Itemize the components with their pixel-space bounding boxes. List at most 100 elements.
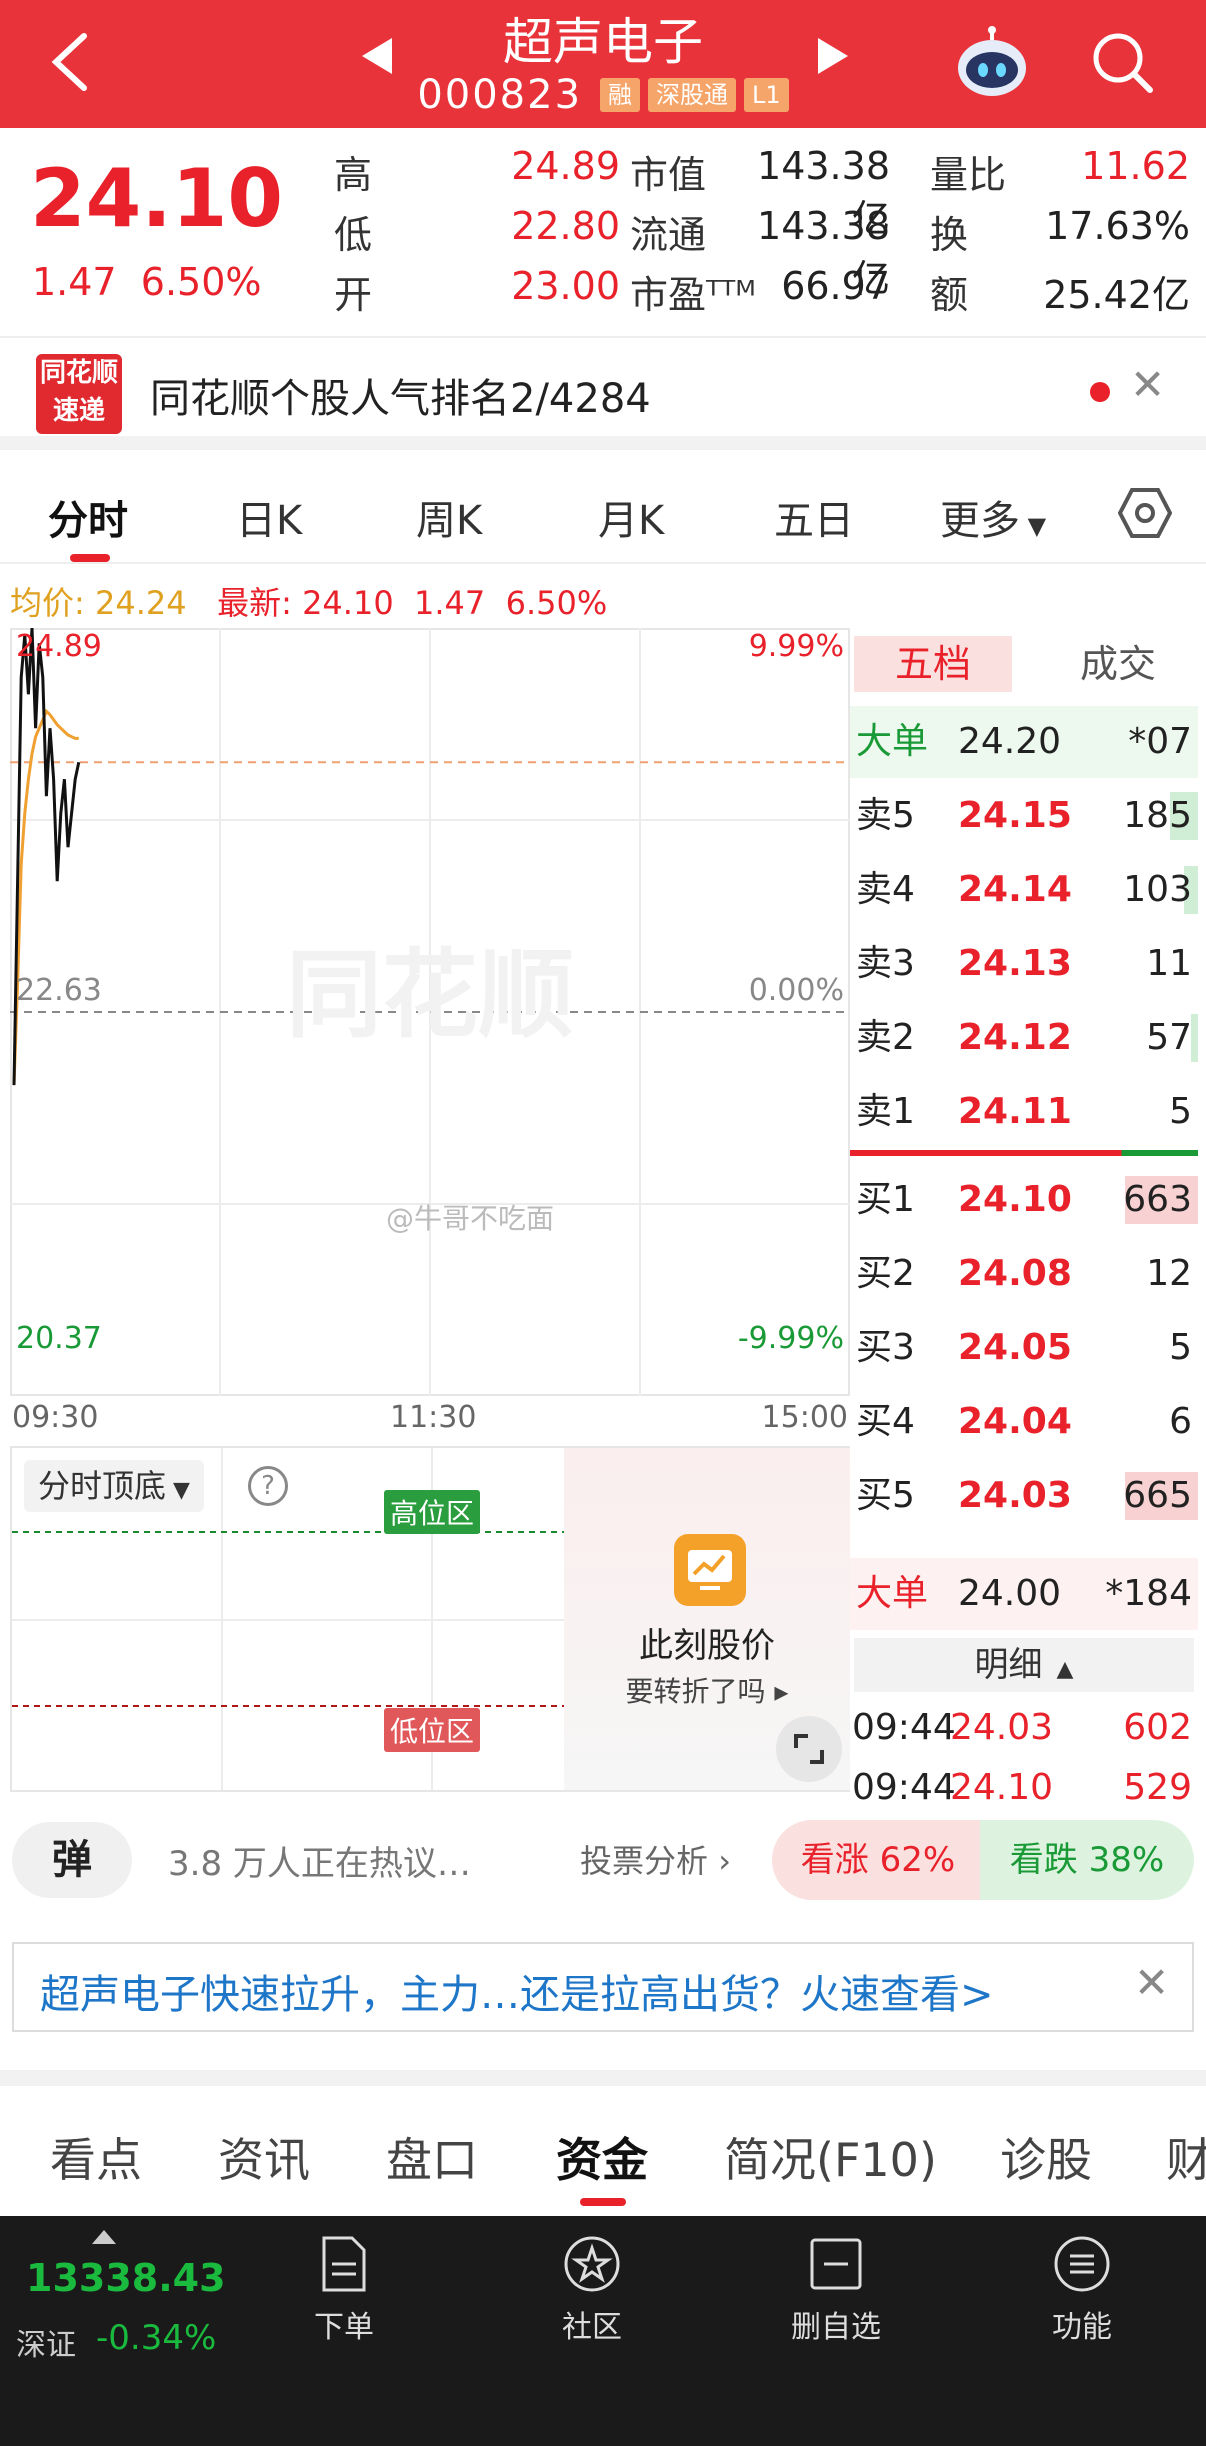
- tab-weekly-k[interactable]: 周K: [416, 488, 482, 546]
- level-volume: 5: [1169, 1091, 1192, 1132]
- stat-value: 17.63%: [1045, 204, 1190, 248]
- level-volume: 663: [1123, 1179, 1192, 1220]
- community-label: 社区: [562, 2310, 622, 2345]
- caret-down-icon: ▼: [1020, 512, 1047, 540]
- ask-row[interactable]: 卖1 24.11 5: [850, 1076, 1198, 1148]
- community-button[interactable]: 社区: [522, 2234, 662, 2346]
- prev-stock-icon[interactable]: [362, 38, 392, 74]
- tab-five-day[interactable]: 五日: [774, 488, 854, 546]
- place-order-label: 下单: [314, 2310, 374, 2345]
- detail-toggle[interactable]: 明细 ▲: [854, 1638, 1194, 1692]
- stat-label: 换: [930, 213, 969, 257]
- level-label: 卖2: [856, 1017, 915, 1058]
- time-tick-close: 15:00: [761, 1400, 848, 1435]
- bid-row[interactable]: 买2 24.08 12: [850, 1238, 1198, 1310]
- help-icon[interactable]: ?: [248, 1466, 288, 1506]
- active-tab-indicator: [70, 554, 110, 562]
- popularity-banner[interactable]: 同花顺 速递 同花顺个股人气排名2/4284 ✕: [0, 338, 1206, 450]
- next-stock-icon[interactable]: [818, 38, 848, 74]
- ask-row[interactable]: 卖2 24.12 57: [850, 1002, 1198, 1074]
- unread-dot: [1090, 382, 1110, 402]
- level-label: 买5: [856, 1475, 915, 1516]
- search-icon[interactable]: [1088, 28, 1156, 96]
- change-percent: 6.50%: [140, 260, 262, 304]
- robot-assistant-icon[interactable]: [954, 24, 1030, 100]
- star-circle-icon: [564, 2236, 620, 2292]
- level-volume: 12: [1146, 1253, 1192, 1294]
- turning-point-card[interactable]: 此刻股价 要转折了吗 ▸: [564, 1448, 850, 1790]
- section-separator: [0, 2070, 1206, 2086]
- connect-tag: 深股通: [648, 78, 737, 112]
- card-subtitle: 要转折了吗 ▸: [625, 1675, 789, 1708]
- pct-label-low: -9.99%: [738, 1321, 844, 1356]
- place-order-button[interactable]: 下单: [274, 2234, 414, 2346]
- tab-more[interactable]: 更多 ▼: [940, 488, 1046, 546]
- vote-analysis-link[interactable]: 投票分析 ›: [580, 1836, 731, 1882]
- tick-vol: 602: [1123, 1707, 1192, 1748]
- stat-label: 市值: [630, 153, 707, 197]
- tab-daily-k[interactable]: 日K: [236, 488, 302, 546]
- alert-close-icon[interactable]: ✕: [1134, 1958, 1169, 2007]
- level-price: 24.03: [958, 1475, 1072, 1516]
- ask-row[interactable]: 卖4 24.14 103: [850, 854, 1198, 926]
- tab-intraday[interactable]: 分时: [48, 488, 128, 546]
- bullish-button[interactable]: 看涨 62%: [772, 1820, 984, 1900]
- card-title: 此刻股价: [639, 1626, 775, 1666]
- tab-five-levels[interactable]: 五档: [854, 636, 1012, 692]
- functions-button[interactable]: 功能: [1012, 2234, 1152, 2346]
- latest-change: 1.47: [414, 584, 486, 622]
- chart-watermark: 同花顺: [286, 939, 574, 1051]
- level-price: 24.11: [958, 1091, 1072, 1132]
- indicator-select-label: 分时顶底: [38, 1467, 167, 1505]
- tab-trades[interactable]: 成交: [1038, 636, 1198, 692]
- expand-icon[interactable]: [776, 1716, 842, 1782]
- big-buy-price: 24.00: [958, 1573, 1062, 1614]
- low-zone-label: 低位区: [384, 1708, 481, 1752]
- bearish-button[interactable]: 看跌 38%: [980, 1820, 1194, 1900]
- volume-bar: [1191, 1014, 1198, 1062]
- indicator-select[interactable]: 分时顶底 ▼: [24, 1460, 204, 1512]
- avg-label: 均价:: [10, 584, 85, 622]
- ask-row[interactable]: 卖5 24.15 185: [850, 780, 1198, 852]
- stat-value: 24.89: [511, 144, 620, 188]
- level-volume: 6: [1169, 1401, 1192, 1442]
- book-divider: [850, 1150, 1198, 1156]
- tab-market-depth[interactable]: 盘口: [386, 2124, 478, 2190]
- stat-label: 高: [334, 153, 373, 197]
- alert-text: 超声电子快速拉升，主力…还是拉高出货？火速查看>: [40, 1972, 994, 2018]
- tab-monthly-k[interactable]: 月K: [598, 488, 664, 546]
- danmaku-label: 弹: [52, 1837, 92, 1883]
- stat-label: 额: [930, 273, 969, 317]
- big-sell-label: 大单: [856, 721, 929, 762]
- discussion-count[interactable]: 3.8 万人正在热议…: [168, 1836, 471, 1885]
- bid-row[interactable]: 买1 24.10 663: [850, 1164, 1198, 1236]
- level-label: 买4: [856, 1401, 915, 1442]
- tab-f10[interactable]: 简况(F10): [724, 2124, 937, 2190]
- danmaku-toggle[interactable]: 弹: [12, 1822, 132, 1898]
- tab-diagnosis[interactable]: 诊股: [1000, 2124, 1092, 2190]
- news-alert[interactable]: 超声电子快速拉升，主力…还是拉高出货？火速查看> ✕: [12, 1942, 1194, 2032]
- stat-value: 23.00: [511, 264, 620, 308]
- remove-watchlist-button[interactable]: 删自选: [766, 2234, 906, 2346]
- sentiment-bar: 弹 3.8 万人正在热议… 投票分析 › 看涨 62% 看跌 38%: [0, 1808, 1206, 1908]
- level-price: 24.13: [958, 943, 1072, 984]
- tab-finance[interactable]: 财: [1166, 2124, 1206, 2190]
- bid-row[interactable]: 买5 24.03 665: [850, 1460, 1198, 1532]
- stock-code: 000823: [417, 72, 583, 118]
- indicator-pane: 分时顶底 ▼ ? 高位区 低位区 此刻股价 要转折了吗 ▸: [10, 1446, 850, 1792]
- bid-row[interactable]: 买4 24.04 6: [850, 1386, 1198, 1458]
- chart-tabs: 分时 日K 周K 月K 五日 更多 ▼: [0, 464, 1206, 564]
- tab-highlights[interactable]: 看点: [50, 2124, 142, 2190]
- level-price: 24.05: [958, 1327, 1072, 1368]
- banner-close-icon[interactable]: ✕: [1130, 360, 1165, 409]
- ths-logo: 同花顺 速递: [36, 354, 122, 434]
- functions-label: 功能: [1052, 2310, 1112, 2345]
- index-value[interactable]: 13338.43: [26, 2256, 226, 2300]
- intraday-chart[interactable]: 同花顺 @牛哥不吃面 24.89 22.63 20.37 9.99% 0.00%…: [10, 628, 850, 1396]
- bid-row[interactable]: 买3 24.05 5: [850, 1312, 1198, 1384]
- settings-hexagon-icon[interactable]: [1118, 486, 1172, 540]
- tab-news[interactable]: 资讯: [218, 2124, 310, 2190]
- tab-fund-flow[interactable]: 资金: [556, 2124, 648, 2190]
- index-expand-icon[interactable]: [92, 2230, 116, 2244]
- ask-row[interactable]: 卖3 24.13 11: [850, 928, 1198, 1000]
